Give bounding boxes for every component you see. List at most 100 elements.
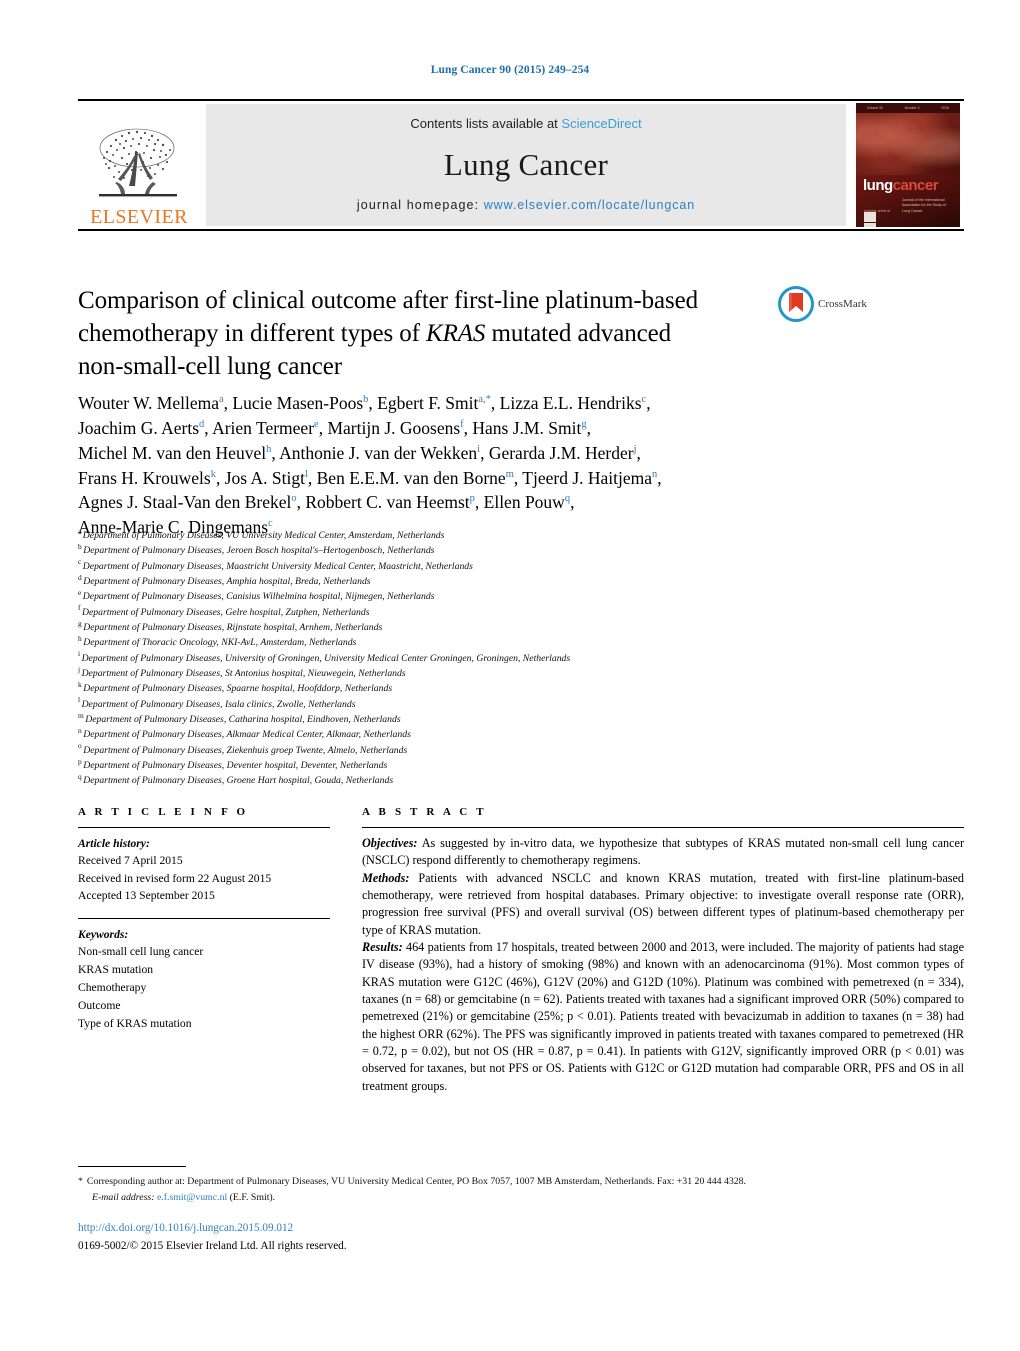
journal-masthead: ELSEVIER Contents lists available at Sci…	[78, 99, 964, 231]
abstract-objectives-text: As suggested by in-vitro data, we hypoth…	[362, 836, 964, 868]
corresponding-star: *	[78, 1176, 83, 1187]
contents-available-line: Contents lists available at ScienceDirec…	[410, 116, 641, 131]
cover-tissue-image	[856, 113, 960, 175]
affiliation-mark: h	[78, 634, 82, 644]
author-name: Frans H. Krouwels	[78, 467, 211, 488]
abstract-body: Objectives: As suggested by in-vitro dat…	[362, 835, 964, 1095]
author-item: Robbert C. van Heemstp,	[305, 492, 484, 513]
abstract-results-label: Results:	[362, 939, 403, 954]
affiliation-item: j Department of Pulmonary Diseases, St An…	[78, 666, 958, 681]
divider	[362, 827, 964, 828]
copyright-line: 0169-5002/© 2015 Elsevier Ireland Ltd. A…	[78, 1240, 347, 1252]
affiliation-text: Department of Pulmonary Diseases, Zieken…	[83, 744, 408, 756]
affiliation-mark: p	[78, 756, 82, 766]
author-name: Hans J.M. Smit	[472, 417, 582, 438]
affiliation-mark: j	[78, 664, 81, 674]
crossmark-label: CrossMark	[818, 298, 867, 310]
affiliation-text: Department of Pulmonary Diseases, Alkmaa…	[83, 729, 411, 741]
affiliation-mark: a	[78, 526, 82, 536]
author-name: Arien Termeer	[212, 417, 315, 438]
author-name: Michel M. van den Heuvel	[78, 442, 267, 463]
footnote-divider	[78, 1166, 186, 1167]
doi-link[interactable]: http://dx.doi.org/10.1016/j.lungcan.2015…	[78, 1222, 293, 1234]
affiliation-mark: i	[78, 649, 81, 659]
affiliation-item: k Department of Pulmonary Diseases, Spaar…	[78, 681, 958, 696]
affiliation-mark: q	[78, 772, 82, 782]
affiliation-text: Department of Pulmonary Diseases, Maastr…	[82, 560, 473, 572]
author-name: Lucie Masen-Poos	[232, 393, 364, 413]
article-history-received: Received 7 April 2015	[78, 854, 183, 868]
author-item: Wouter W. Mellemaa,	[78, 393, 233, 413]
affiliation-text: Department of Pulmonary Diseases, VU Uni…	[82, 530, 445, 541]
article-info-column: A R T I C L E I N F O Article history: R…	[78, 806, 330, 1095]
abstract-objectives: Objectives: As suggested by in-vitro dat…	[362, 835, 964, 870]
affiliation-text: Department of Pulmonary Diseases, Spaarn…	[83, 683, 393, 695]
author-name: Ben E.E.M. van den Borne	[316, 467, 506, 488]
elsevier-logo: ELSEVIER	[78, 101, 200, 229]
author-item: Anthonie J. van der Wekkeni,	[279, 442, 489, 463]
author-name: Lizza E.L. Hendriks	[499, 393, 642, 413]
affiliation-text: Department of Thoracic Oncology, NKI-AvL…	[83, 637, 357, 649]
article-info-heading: A R T I C L E I N F O	[78, 806, 249, 818]
affiliation-text: Department of Pulmonary Diseases, Devent…	[83, 759, 388, 771]
homepage-label: journal homepage:	[356, 198, 480, 212]
author-name: Agnes J. Staal-Van den Brekel	[78, 492, 292, 513]
email-link[interactable]: e.f.smit@vumc.nl	[157, 1192, 227, 1203]
elsevier-wordmark: ELSEVIER	[90, 206, 188, 228]
affiliation-item: d Department of Pulmonary Diseases, Amphi…	[78, 574, 958, 589]
author-name: Robbert C. van Heemst	[305, 492, 470, 513]
affiliation-item: g Department of Pulmonary Diseases, Rijns…	[78, 620, 958, 635]
title-line-2-prefix: chemotherapy in different types of	[78, 320, 427, 347]
affiliation-mark: f	[78, 603, 81, 613]
author-affil-mark: a,*	[478, 394, 491, 406]
author-name: Jos A. Stigt	[224, 467, 305, 488]
abstract-methods-label: Methods:	[362, 870, 410, 885]
article-history-accepted: Accepted 13 September 2015	[78, 889, 215, 903]
affiliation-text: Department of Pulmonary Diseases, Canisi…	[82, 591, 435, 603]
author-name: Egbert F. Smit	[377, 393, 479, 413]
author-item: Frans H. Krouwelsk,	[78, 467, 225, 488]
keyword-item: Type of KRAS mutation	[78, 1016, 192, 1030]
cover-image: Volume 90 Number 3 ISSN lungcancer Journal…	[856, 103, 960, 227]
title-row: Comparison of clinical outcome after fir…	[78, 284, 964, 383]
homepage-url-link[interactable]: www.elsevier.com/locate/lungcan	[484, 198, 695, 212]
affiliation-item: b Department of Pulmonary Diseases, Jeroe…	[78, 543, 958, 558]
masthead-center: Contents lists available at ScienceDirec…	[206, 104, 846, 226]
affiliation-item: p Department of Pulmonary Diseases, Deven…	[78, 756, 958, 773]
affiliation-mark: l	[78, 695, 81, 705]
cover-logo-cancer: cancer	[892, 177, 939, 194]
running-head: Lung Cancer 90 (2015) 249–254	[430, 64, 590, 76]
abstract-results-text: 464 patients from 17 hospitals, treated …	[362, 939, 964, 1093]
article-first-page: Lung Cancer 90 (2015) 249–254 ELSEVIER C…	[0, 0, 1020, 1351]
title-line-3: non-small-cell lung cancer	[78, 353, 342, 380]
author-item: Tjeerd J. Haitjeman,	[522, 467, 662, 488]
cover-logo-lung: lung	[863, 177, 893, 194]
affiliation-item: a Department of Pulmonary Diseases, VU Un…	[78, 528, 958, 543]
affiliation-mark: b	[78, 542, 82, 552]
crossmark-badge[interactable]: CrossMark	[778, 286, 888, 322]
affiliation-item: f Department of Pulmonary Diseases, Gelre…	[78, 603, 958, 620]
affiliation-item: h Department of Thoracic Oncology, NKI-Av…	[78, 635, 958, 650]
title-line-1: Comparison of clinical outcome after fir…	[78, 287, 698, 314]
affiliation-text: Department of Pulmonary Diseases, Univer…	[81, 652, 571, 664]
affiliation-text: Department of Pulmonary Diseases, Jeroen…	[83, 545, 435, 557]
affiliation-text: Department of Pulmonary Diseases, St Ant…	[81, 667, 406, 679]
affiliation-item: o Department of Pulmonary Diseases, Zieke…	[78, 741, 958, 758]
author-item: Egbert F. Smita,*,	[377, 393, 500, 413]
author-item: Arien Termeere,	[212, 417, 328, 438]
affiliation-mark: o	[78, 741, 82, 751]
affiliation-mark: m	[78, 710, 84, 720]
email-line: E-mail address: e.f.smit@vumc.nl (E.F. S…	[78, 1190, 964, 1206]
affiliation-mark: g	[78, 618, 82, 628]
sciencedirect-link[interactable]: ScienceDirect	[561, 116, 641, 131]
affiliation-text: Department of Pulmonary Diseases, Gelre …	[81, 606, 370, 618]
affiliation-mark: e	[78, 588, 82, 598]
title-line-2-suffix: mutated advanced	[485, 320, 672, 347]
crossmark-icon	[778, 286, 814, 322]
author-item: Martijn J. Goosensf,	[327, 417, 473, 438]
contents-prefix: Contents lists available at	[410, 116, 562, 131]
author-name: Tjeerd J. Haitjema	[522, 467, 653, 488]
author-name: Martijn J. Goosens	[327, 417, 461, 438]
elsevier-tree-icon	[99, 128, 177, 197]
cover-icon-sciencedirect	[864, 212, 876, 222]
